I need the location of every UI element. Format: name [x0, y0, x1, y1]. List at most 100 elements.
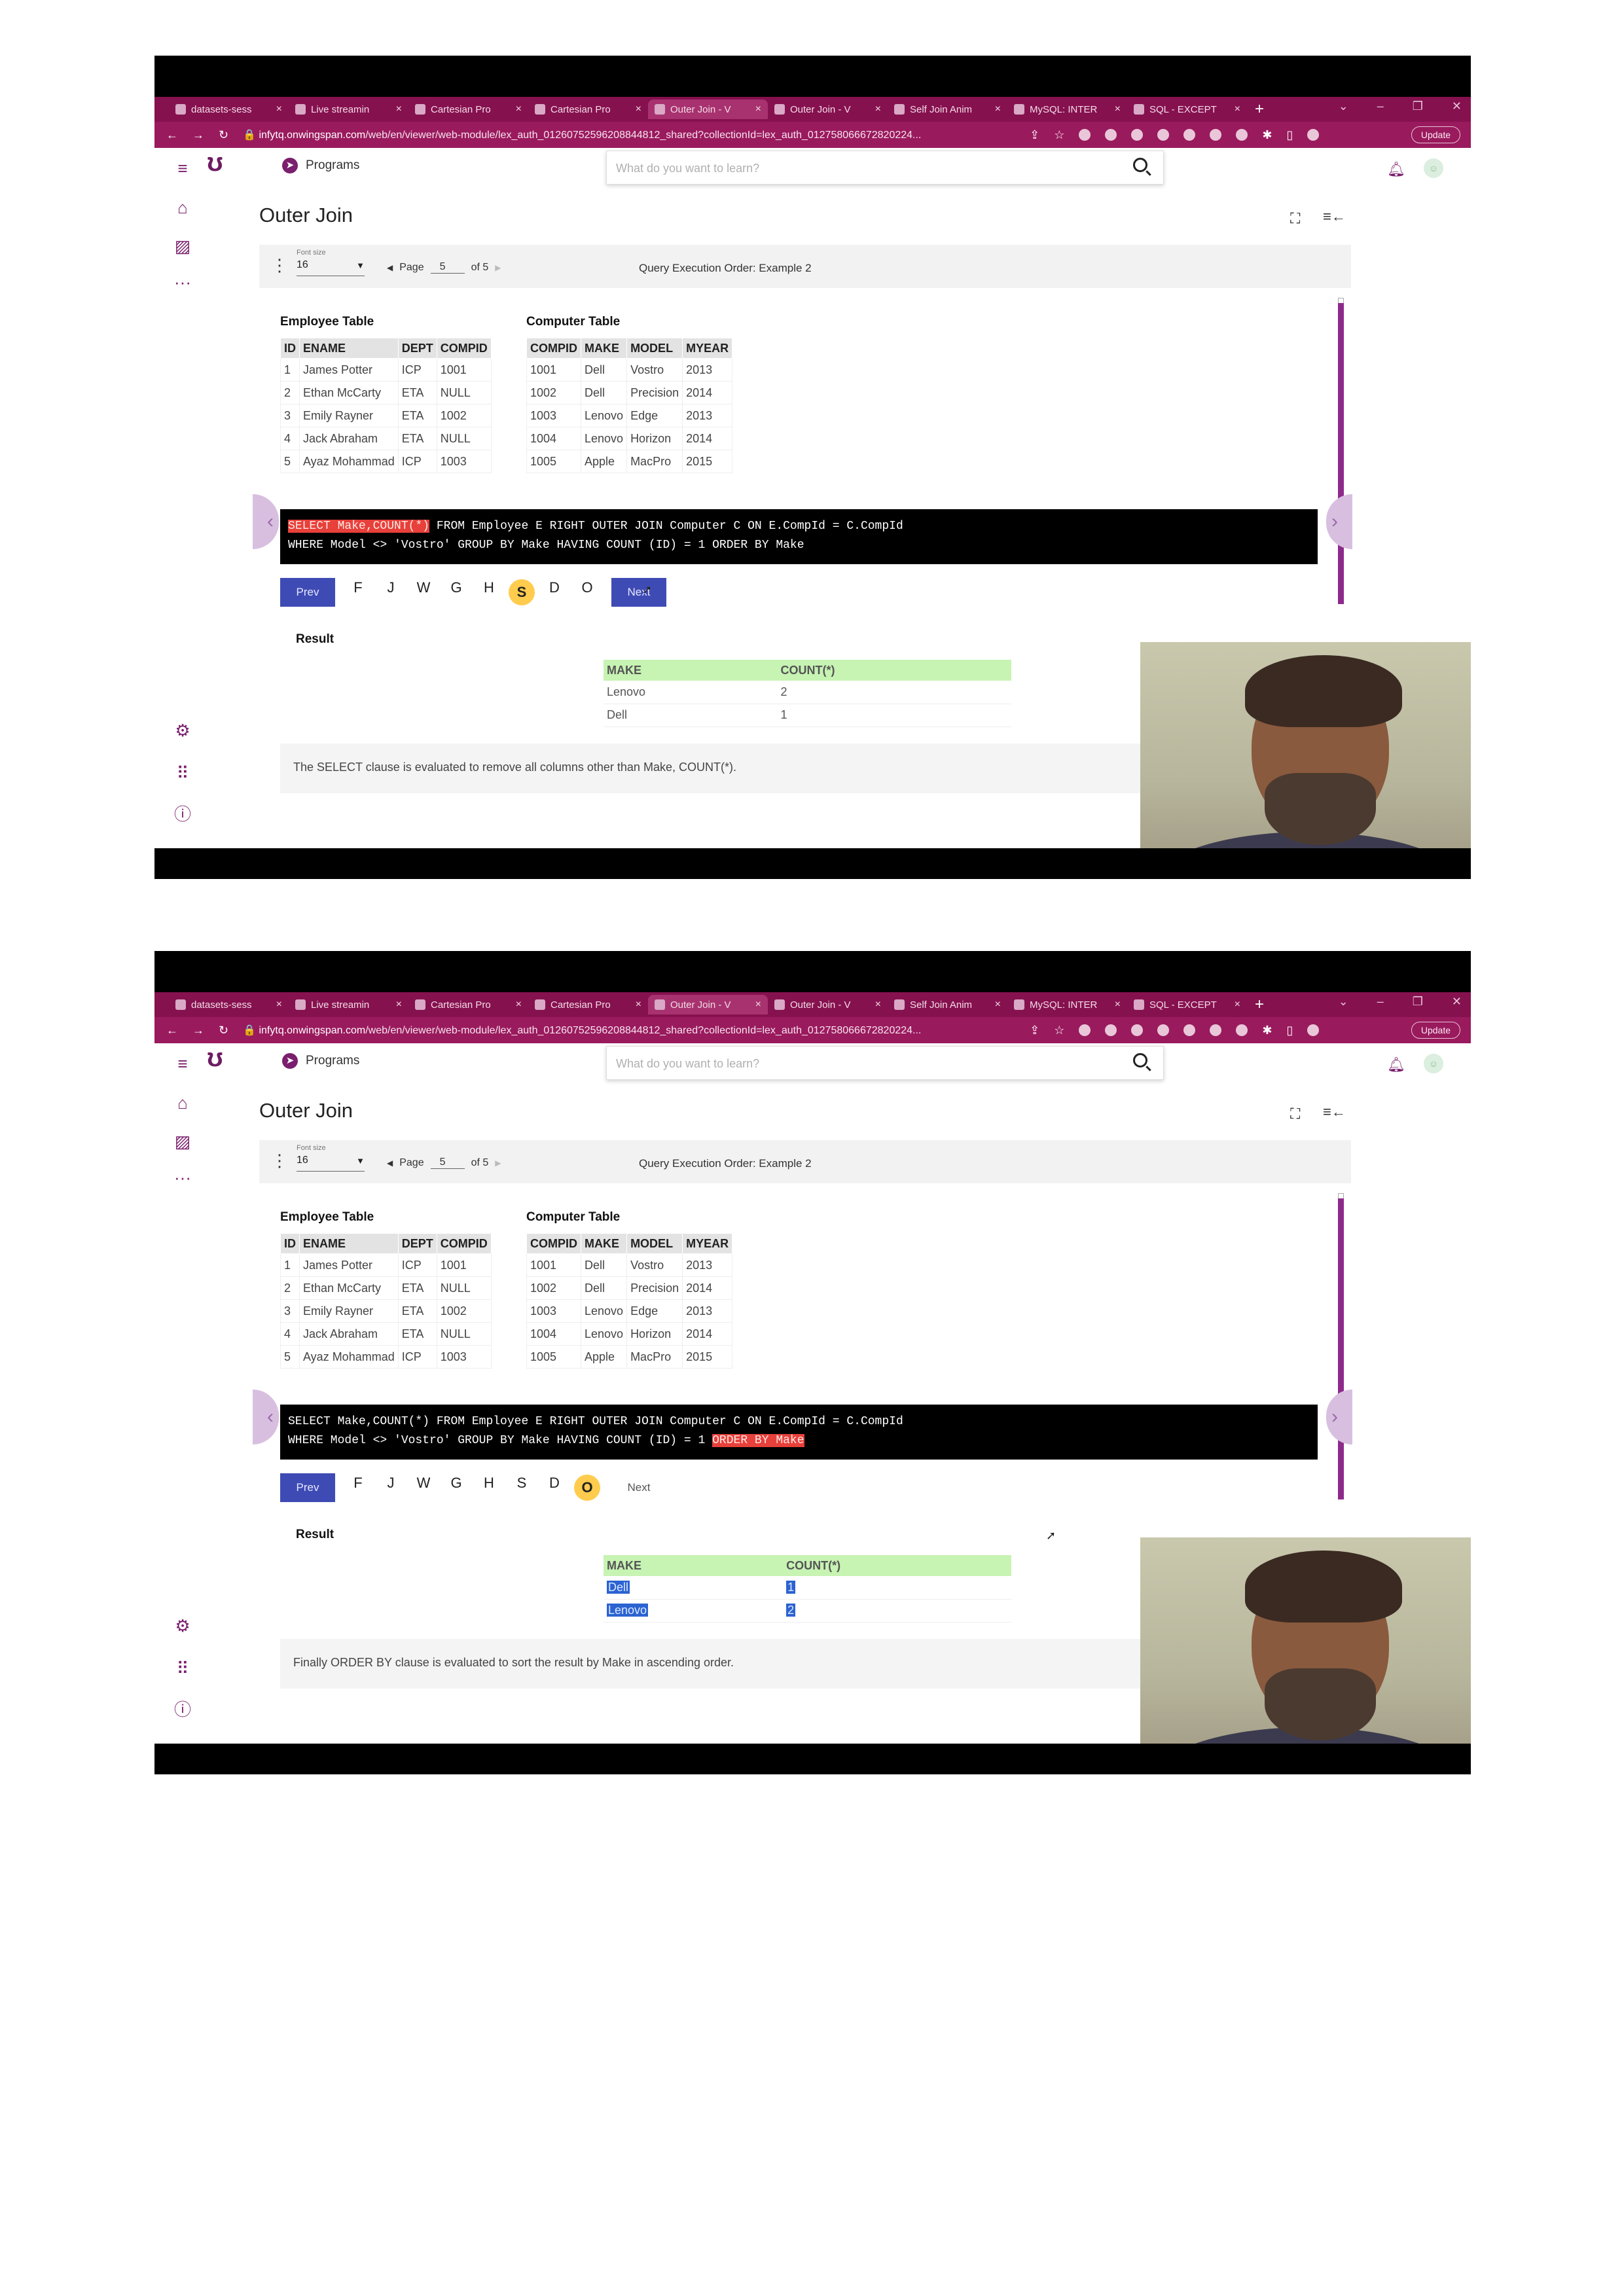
font-size-select[interactable]: 16 ▼ — [297, 1155, 365, 1172]
scrollbar[interactable] — [1338, 1198, 1344, 1499]
sidebar-icon[interactable]: ▯ — [1286, 1024, 1293, 1037]
browser-tab[interactable]: Live streamin × — [289, 99, 408, 119]
browser-tab[interactable]: SQL - EXCEPT × — [1127, 99, 1247, 119]
step-g[interactable]: G — [440, 579, 473, 605]
settings-icon[interactable]: ⚙ — [173, 721, 192, 740]
close-tab-icon[interactable]: × — [276, 999, 282, 1011]
restore-icon[interactable]: ❐ — [1413, 99, 1423, 113]
extension-icon[interactable] — [1131, 1024, 1144, 1036]
programs-link[interactable]: ➤ Programs — [282, 158, 359, 173]
step-w[interactable]: W — [407, 579, 440, 605]
prev-slide-arrow[interactable]: ‹ — [253, 494, 279, 549]
fullscreen-icon[interactable]: ⛶ — [1290, 210, 1300, 227]
extension-icon[interactable] — [1183, 1024, 1196, 1036]
avatar[interactable]: ☺ — [1424, 1054, 1443, 1073]
close-tab-icon[interactable]: × — [995, 999, 1001, 1011]
reload-icon[interactable]: ↻ — [219, 1024, 228, 1037]
step-g[interactable]: G — [440, 1475, 473, 1501]
puzzle-icon[interactable]: ✱ — [1262, 1024, 1272, 1037]
next-button[interactable]: Next — [611, 1473, 666, 1502]
browser-tab[interactable]: Cartesian Pro × — [408, 995, 528, 1014]
browser-tab[interactable]: Self Join Anim × — [888, 995, 1007, 1014]
share-icon[interactable]: ⇪ — [1030, 1024, 1039, 1037]
profile-avatar[interactable] — [1307, 1024, 1320, 1036]
search-input[interactable]: What do you want to learn? — [606, 1046, 1164, 1080]
sidebar-icon[interactable]: ▯ — [1286, 128, 1293, 142]
puzzle-icon[interactable]: ✱ — [1262, 128, 1272, 142]
back-icon[interactable]: ← — [166, 128, 178, 142]
step-d[interactable]: D — [538, 1475, 571, 1501]
close-tab-icon[interactable]: × — [516, 999, 522, 1011]
search-icon[interactable] — [1133, 158, 1147, 172]
menu-icon[interactable]: ≡ — [173, 158, 192, 178]
browser-tab[interactable]: MySQL: INTER × — [1007, 99, 1127, 119]
extension-icon[interactable] — [1236, 129, 1248, 141]
browser-tab[interactable]: Outer Join - V × — [648, 995, 768, 1014]
update-button[interactable]: Update — [1411, 126, 1460, 143]
browser-tab[interactable]: Outer Join - V × — [768, 995, 888, 1014]
step-f[interactable]: F — [342, 579, 374, 605]
fullscreen-icon[interactable]: ⛶ — [1290, 1105, 1300, 1122]
chevron-down-icon[interactable]: ⌄ — [1339, 995, 1348, 1009]
page-number-input[interactable]: 5 — [430, 261, 465, 274]
extension-icon[interactable] — [1183, 129, 1196, 141]
close-tab-icon[interactable]: × — [755, 999, 761, 1011]
bell-icon[interactable]: 🔔︎ — [1387, 161, 1405, 178]
extension-icon[interactable] — [1157, 129, 1170, 141]
browser-tab[interactable]: Outer Join - V × — [768, 99, 888, 119]
close-tab-icon[interactable]: × — [1115, 103, 1121, 115]
close-tab-icon[interactable]: × — [875, 103, 881, 115]
url-field[interactable]: 🔒 infytq.onwingspan.com/web/en/viewer/we… — [243, 1024, 1015, 1037]
close-tab-icon[interactable]: × — [396, 103, 402, 115]
star-icon[interactable]: ☆ — [1054, 1024, 1064, 1037]
step-s[interactable]: S — [505, 579, 538, 605]
browser-tab[interactable]: Cartesian Pro × — [408, 99, 528, 119]
browser-tab[interactable]: Live streamin × — [289, 995, 408, 1014]
forward-icon[interactable]: → — [192, 128, 204, 142]
close-tab-icon[interactable]: × — [636, 103, 641, 115]
extension-icon[interactable] — [1079, 1024, 1091, 1036]
prev-slide-arrow[interactable]: ‹ — [253, 1390, 279, 1444]
step-o[interactable]: O — [571, 1475, 604, 1501]
close-tab-icon[interactable]: × — [516, 103, 522, 115]
close-tab-icon[interactable]: × — [636, 999, 641, 1011]
next-slide-arrow[interactable]: › — [1326, 1390, 1352, 1444]
font-size-select[interactable]: 16 ▼ — [297, 259, 365, 276]
prev-button[interactable]: Prev — [280, 1473, 335, 1502]
close-icon[interactable]: ✕ — [1452, 99, 1462, 113]
browser-tab[interactable]: MySQL: INTER × — [1007, 995, 1127, 1014]
url-field[interactable]: 🔒 infytq.onwingspan.com/web/en/viewer/we… — [243, 128, 1015, 141]
update-button[interactable]: Update — [1411, 1022, 1460, 1039]
step-w[interactable]: W — [407, 1475, 440, 1501]
reload-icon[interactable]: ↻ — [219, 128, 228, 142]
browser-tab[interactable]: Cartesian Pro × — [528, 99, 648, 119]
apps-icon[interactable]: ⠿ — [173, 1659, 192, 1678]
infytq-logo[interactable]: ʊ — [207, 1043, 246, 1076]
programs-link[interactable]: ➤ Programs — [282, 1053, 359, 1069]
new-tab-button[interactable]: + — [1255, 996, 1264, 1014]
extension-icon[interactable] — [1105, 1024, 1117, 1036]
close-tab-icon[interactable]: × — [1115, 999, 1121, 1011]
close-tab-icon[interactable]: × — [995, 103, 1001, 115]
step-s[interactable]: S — [505, 1475, 538, 1501]
home-icon[interactable]: ⌂ — [173, 1093, 192, 1113]
browser-tab[interactable]: datasets-sess × — [169, 995, 289, 1014]
step-h[interactable]: H — [473, 579, 505, 605]
kebab-menu-icon[interactable]: ⋮ — [271, 257, 288, 274]
close-tab-icon[interactable]: × — [1235, 999, 1240, 1011]
close-tab-icon[interactable]: × — [755, 103, 761, 115]
share-icon[interactable]: ⇪ — [1030, 128, 1039, 142]
home-icon[interactable]: ⌂ — [173, 198, 192, 217]
next-button[interactable]: Next — [611, 578, 666, 607]
restore-icon[interactable]: ❐ — [1413, 995, 1423, 1009]
prev-page-icon[interactable]: ◀ — [387, 263, 393, 272]
minimize-icon[interactable]: – — [1377, 99, 1384, 113]
prev-button[interactable]: Prev — [280, 578, 335, 607]
apps-icon[interactable]: ⠿ — [173, 763, 192, 783]
extension-icon[interactable] — [1210, 129, 1222, 141]
close-tab-icon[interactable]: × — [276, 103, 282, 115]
new-tab-button[interactable]: + — [1255, 100, 1264, 118]
browser-tab[interactable]: Outer Join - V × — [648, 99, 768, 119]
chevron-down-icon[interactable]: ⌄ — [1339, 99, 1348, 113]
forward-icon[interactable]: → — [192, 1024, 204, 1037]
